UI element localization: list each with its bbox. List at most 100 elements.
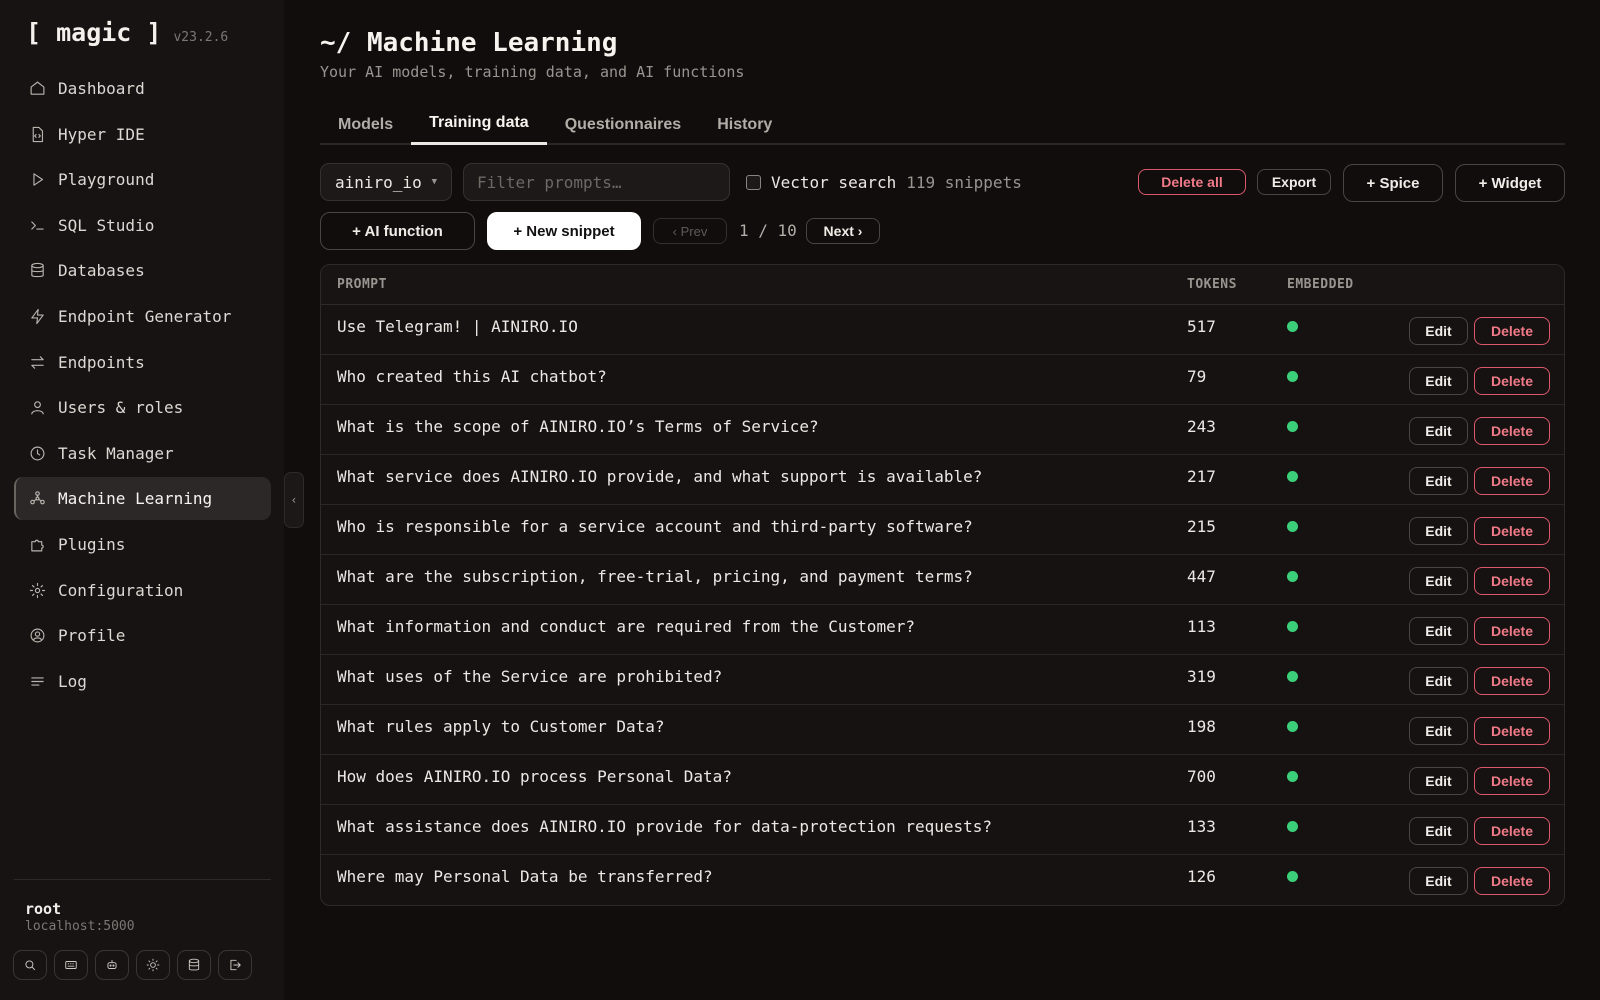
- tokens-cell: 126: [1187, 867, 1216, 886]
- tab-training-data[interactable]: Training data: [411, 104, 547, 145]
- sidebar-item-machine-learning[interactable]: Machine Learning: [14, 477, 271, 521]
- sidebar-item-users-roles[interactable]: Users & roles: [14, 386, 271, 429]
- add-ai-function-button[interactable]: + AI function: [320, 212, 475, 250]
- sidebar-item-label: Profile: [58, 626, 126, 646]
- delete-button[interactable]: Delete: [1474, 717, 1550, 745]
- arrows-icon: [28, 353, 46, 371]
- edit-button[interactable]: Edit: [1409, 617, 1468, 645]
- delete-button[interactable]: Delete: [1474, 867, 1550, 895]
- delete-button[interactable]: Delete: [1474, 767, 1550, 795]
- robot-button[interactable]: [95, 950, 129, 980]
- delete-button[interactable]: Delete: [1474, 317, 1550, 345]
- delete-button[interactable]: Delete: [1474, 417, 1550, 445]
- edit-button[interactable]: Edit: [1409, 767, 1468, 795]
- sidebar-item-endpoints[interactable]: Endpoints: [14, 341, 271, 384]
- tab-models[interactable]: Models: [320, 104, 411, 145]
- tokens-cell: 215: [1187, 517, 1216, 536]
- delete-button[interactable]: Delete: [1474, 517, 1550, 545]
- tab-questionnaires[interactable]: Questionnaires: [547, 104, 699, 145]
- sidebar-item-log[interactable]: Log: [14, 660, 271, 703]
- edit-button[interactable]: Edit: [1409, 717, 1468, 745]
- sidebar-item-playground[interactable]: Playground: [14, 158, 271, 201]
- play-icon: [28, 171, 46, 189]
- add-spice-button[interactable]: + Spice: [1343, 164, 1443, 202]
- prompt-cell: What is the scope of AINIRO.IO’s Terms o…: [337, 417, 819, 436]
- table-row[interactable]: What uses of the Service are prohibited?…: [321, 655, 1564, 705]
- table-row[interactable]: Who is responsible for a service account…: [321, 505, 1564, 555]
- sidebar-item-sql-studio[interactable]: SQL Studio: [14, 204, 271, 247]
- new-snippet-button[interactable]: + New snippet: [487, 212, 641, 250]
- edit-button[interactable]: Edit: [1409, 567, 1468, 595]
- sidebar-item-configuration[interactable]: Configuration: [14, 569, 271, 612]
- network-icon: [28, 490, 46, 508]
- table-row[interactable]: What is the scope of AINIRO.IO’s Terms o…: [321, 405, 1564, 455]
- delete-button[interactable]: Delete: [1474, 367, 1550, 395]
- sidebar: [ magic ] v23.2.6 Dashboard Hyper IDE Play…: [0, 0, 284, 1000]
- vector-search-checkbox[interactable]: [746, 174, 761, 190]
- prev-page-button[interactable]: ‹ Prev: [653, 218, 727, 244]
- delete-all-button[interactable]: Delete all: [1138, 169, 1246, 195]
- embedded-status-dot: [1287, 671, 1298, 682]
- user-name: root: [25, 900, 62, 918]
- search-button[interactable]: [13, 950, 47, 980]
- clock-icon: [28, 444, 46, 462]
- delete-button[interactable]: Delete: [1474, 617, 1550, 645]
- database-button[interactable]: [177, 950, 211, 980]
- collapse-sidebar-button[interactable]: ‹: [284, 472, 304, 528]
- edit-button[interactable]: Edit: [1409, 417, 1468, 445]
- page-subtitle: Your AI models, training data, and AI fu…: [320, 63, 745, 81]
- edit-button[interactable]: Edit: [1409, 867, 1468, 895]
- app-logo[interactable]: [ magic ]: [26, 18, 161, 47]
- filter-prompts-input[interactable]: [463, 163, 730, 201]
- table-row[interactable]: What are the subscription, free-trial, p…: [321, 555, 1564, 605]
- edit-button[interactable]: Edit: [1409, 517, 1468, 545]
- edit-button[interactable]: Edit: [1409, 317, 1468, 345]
- sidebar-item-endpoint-generator[interactable]: Endpoint Generator: [14, 295, 271, 338]
- column-header-embedded[interactable]: EMBEDDED: [1287, 277, 1354, 292]
- table-row[interactable]: Who created this AI chatbot? 79 Edit Delete: [321, 355, 1564, 405]
- column-header-tokens[interactable]: TOKENS: [1187, 277, 1237, 292]
- sidebar-item-task-manager[interactable]: Task Manager: [14, 432, 271, 475]
- sidebar-item-databases[interactable]: Databases: [14, 249, 271, 292]
- sidebar-item-dashboard[interactable]: Dashboard: [14, 67, 271, 110]
- table-header: PROMPT TOKENS EMBEDDED: [321, 265, 1564, 305]
- export-button[interactable]: Export: [1257, 169, 1331, 195]
- tokens-cell: 198: [1187, 717, 1216, 736]
- logout-button[interactable]: [218, 950, 252, 980]
- table-row[interactable]: How does AINIRO.IO process Personal Data…: [321, 755, 1564, 805]
- table-row[interactable]: What information and conduct are require…: [321, 605, 1564, 655]
- edit-button[interactable]: Edit: [1409, 467, 1468, 495]
- edit-button[interactable]: Edit: [1409, 367, 1468, 395]
- table-row[interactable]: What service does AINIRO.IO provide, and…: [321, 455, 1564, 505]
- delete-button[interactable]: Delete: [1474, 467, 1550, 495]
- edit-button[interactable]: Edit: [1409, 817, 1468, 845]
- tab-history[interactable]: History: [699, 104, 790, 145]
- table-row[interactable]: Use Telegram! | AINIRO.IO 517 Edit Delete: [321, 305, 1564, 355]
- sidebar-item-profile[interactable]: Profile: [14, 614, 271, 657]
- sidebar-item-label: Endpoints: [58, 352, 145, 372]
- prompt-cell: What rules apply to Customer Data?: [337, 717, 665, 736]
- sidebar-item-hyper-ide[interactable]: Hyper IDE: [14, 113, 271, 156]
- delete-button[interactable]: Delete: [1474, 567, 1550, 595]
- robot-icon: [105, 958, 119, 972]
- sun-button[interactable]: [136, 950, 170, 980]
- code-file-icon: [28, 125, 46, 143]
- sidebar-item-plugins[interactable]: Plugins: [14, 523, 271, 566]
- prompt-cell: What service does AINIRO.IO provide, and…: [337, 467, 983, 486]
- column-header-prompt[interactable]: PROMPT: [337, 277, 387, 292]
- edit-button[interactable]: Edit: [1409, 667, 1468, 695]
- prompt-cell: What are the subscription, free-trial, p…: [337, 567, 973, 586]
- keyboard-button[interactable]: [54, 950, 88, 980]
- table-row[interactable]: Where may Personal Data be transferred? 1…: [321, 855, 1564, 905]
- model-select[interactable]: ainiro_io ▼: [320, 163, 452, 201]
- app-version: v23.2.6: [173, 30, 229, 45]
- table-row[interactable]: What assistance does AINIRO.IO provide f…: [321, 805, 1564, 855]
- delete-button[interactable]: Delete: [1474, 667, 1550, 695]
- sidebar-item-label: Plugins: [58, 534, 126, 554]
- sidebar-item-label: Hyper IDE: [58, 124, 145, 144]
- next-page-button[interactable]: Next ›: [806, 218, 880, 244]
- table-row[interactable]: What rules apply to Customer Data? 198 Edi…: [321, 705, 1564, 755]
- add-widget-button[interactable]: + Widget: [1455, 164, 1565, 202]
- embedded-status-dot: [1287, 471, 1298, 482]
- delete-button[interactable]: Delete: [1474, 817, 1550, 845]
